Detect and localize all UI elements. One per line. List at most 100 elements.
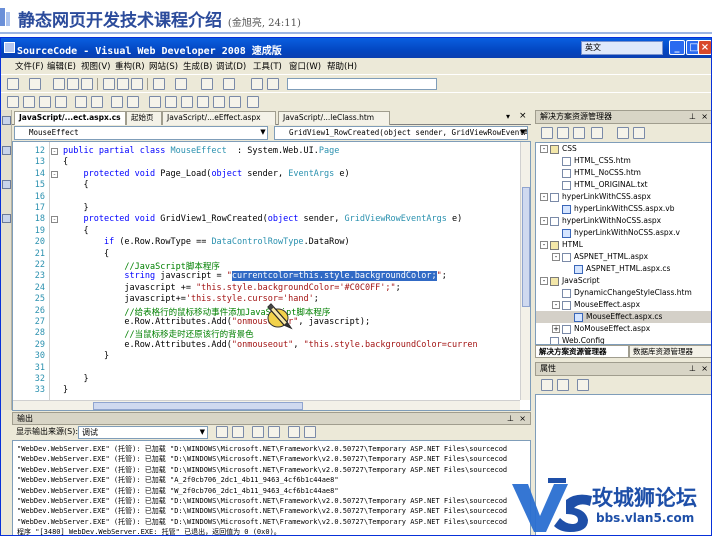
copy-icon[interactable] [117, 78, 129, 90]
redo-icon[interactable] [175, 78, 187, 90]
toolbox-strip[interactable] [1, 110, 12, 410]
save-all-icon[interactable] [81, 78, 93, 90]
collapse-icon[interactable]: - [540, 217, 548, 225]
collapse-region-icon[interactable]: - [51, 170, 58, 178]
tab-mouseeffect-cs[interactable]: JavaScript/...ect.aspx.cs [14, 111, 126, 125]
word-wrap-icon[interactable] [304, 426, 316, 438]
code-line[interactable]: } [63, 374, 88, 384]
code-line[interactable]: } [63, 385, 68, 395]
alphabetical-icon[interactable] [557, 379, 569, 391]
view-designer-icon[interactable] [617, 127, 629, 139]
code-line[interactable]: javascript += "this.style.backgroundColo… [63, 283, 400, 293]
comment-out-icon[interactable] [111, 96, 123, 108]
collapse-icon[interactable]: - [540, 193, 548, 201]
quick-info-icon[interactable] [55, 96, 67, 108]
window-titlebar[interactable]: SourceCode - Visual Web Developer 2008 速… [1, 38, 711, 58]
code-line[interactable]: e.Row.Attributes.Add("onmouseover", java… [63, 317, 370, 327]
member-dropdown[interactable]: GridView1_RowCreated(object sender, Grid… [274, 126, 528, 140]
tab-styleclass-htm[interactable]: JavaScript/...leClass.htm [278, 111, 390, 125]
tree-item[interactable]: Web.Config [536, 335, 711, 344]
close-button[interactable]: × [698, 40, 711, 55]
tree-item[interactable]: HTML_ORIGINAL.txt [536, 179, 711, 191]
menu-file[interactable]: 文件(F) [15, 60, 44, 72]
clear-bookmarks-icon[interactable] [229, 96, 241, 108]
menu-tools[interactable]: 工具(T) [253, 60, 282, 72]
next-bookmark-folder-icon[interactable] [213, 96, 225, 108]
vertical-scroll-thumb[interactable] [522, 187, 530, 307]
copy-website-icon[interactable] [633, 127, 645, 139]
tree-item[interactable]: - hyperLinkWithNoCSS.aspx [536, 215, 711, 227]
increase-indent-icon[interactable] [91, 96, 103, 108]
tree-item[interactable]: - ASPNET_HTML.aspx [536, 251, 711, 263]
output-text[interactable]: "WebDev.WebServer.EXE" (托管): 已加载 "D:\WIN… [12, 440, 531, 535]
toolbar-options-icon[interactable] [247, 96, 259, 108]
prev-message-icon[interactable] [252, 426, 264, 438]
code-line[interactable]: //当鼠标移走时还原该行的背景色 [63, 328, 253, 340]
horizontal-scroll-thumb[interactable] [93, 402, 303, 410]
tree-item[interactable]: ASPNET_HTML.aspx.cs [536, 263, 711, 275]
tree-item[interactable]: - JavaScript [536, 275, 711, 287]
collapse-icon[interactable]: - [540, 241, 548, 249]
code-line[interactable]: //JavaScript脚本程序 [63, 260, 219, 272]
paste-icon[interactable] [131, 78, 143, 90]
pin-icon[interactable]: ⊥ [689, 363, 696, 375]
html-source-icon[interactable] [7, 96, 19, 108]
navigate-back-icon[interactable] [201, 78, 213, 90]
bookmark-icon[interactable] [149, 96, 161, 108]
code-line[interactable]: { [63, 249, 109, 259]
properties-icon[interactable] [541, 127, 553, 139]
collapse-icon[interactable]: - [552, 301, 560, 309]
code-line[interactable]: protected void GridView1_RowCreated(obje… [63, 214, 462, 224]
tree-item[interactable]: HTML_NoCSS.htm [536, 167, 711, 179]
menu-debug[interactable]: 调试(D) [216, 60, 246, 72]
categorized-icon[interactable] [541, 379, 553, 391]
pin-icon[interactable]: ⊥ [689, 111, 696, 123]
class-dropdown[interactable]: MouseEffect [14, 126, 268, 140]
refresh-icon[interactable] [573, 127, 585, 139]
tree-item[interactable]: hyperLinkWithNoCSS.aspx.v [536, 227, 711, 239]
tab-mouseeffect-aspx[interactable]: JavaScript/...eEffect.aspx [162, 111, 276, 125]
tree-item[interactable]: - hyperLinkWithCSS.aspx [536, 191, 711, 203]
menu-help[interactable]: 帮助(H) [327, 60, 357, 72]
navigate-forward-icon[interactable] [223, 78, 235, 90]
code-line[interactable]: { [63, 180, 88, 190]
menu-view[interactable]: 视图(V) [81, 60, 110, 72]
new-project-icon[interactable] [7, 78, 19, 90]
collapse-icon[interactable]: - [540, 277, 548, 285]
close-icon[interactable]: × [701, 363, 708, 375]
property-pages-icon[interactable] [577, 379, 589, 391]
tree-item[interactable]: - HTML [536, 239, 711, 251]
view-code-icon[interactable] [591, 127, 603, 139]
tab-start-page[interactable]: 起始页 [126, 111, 162, 125]
code-line[interactable]: if (e.Row.RowType == DataControlRowType.… [63, 237, 350, 247]
close-document-icon[interactable]: × [519, 111, 527, 121]
ime-indicator[interactable]: 英文 [581, 41, 663, 55]
parameter-info-icon[interactable] [39, 96, 51, 108]
tree-item[interactable]: hyperLinkWithCSS.aspx.vb [536, 203, 711, 215]
find-combobox[interactable] [287, 78, 437, 90]
code-line[interactable]: protected void Page_Load(object sender, … [63, 169, 349, 179]
menu-refactor[interactable]: 重构(R) [115, 60, 145, 72]
open-file-icon[interactable] [53, 78, 65, 90]
code-line[interactable]: e.Row.Attributes.Add("onmouseout", "this… [63, 340, 477, 350]
close-icon[interactable]: × [519, 413, 526, 424]
prev-bookmark-icon[interactable] [165, 96, 177, 108]
prev-bookmark-folder-icon[interactable] [197, 96, 209, 108]
tab-solution-explorer[interactable]: 解决方案资源管理器 [535, 345, 629, 358]
chevron-down-icon[interactable]: ▼ [200, 427, 205, 438]
next-bookmark-icon[interactable] [181, 96, 193, 108]
minimize-button[interactable]: _ [669, 40, 685, 55]
manage-styles-icon[interactable] [2, 180, 11, 189]
menu-website[interactable]: 网站(S) [149, 60, 178, 72]
menu-edit[interactable]: 编辑(E) [47, 60, 76, 72]
start-debugging-icon[interactable] [251, 78, 263, 90]
code-line[interactable]: string javascript = "currentcolor=this.s… [63, 271, 447, 282]
chevron-down-icon[interactable]: ▼ [518, 126, 528, 140]
uncomment-icon[interactable] [127, 96, 139, 108]
find-icon[interactable] [267, 78, 279, 90]
tree-item[interactable]: - CSS [536, 143, 711, 155]
tab-list-icon[interactable]: ▾ [506, 112, 510, 121]
add-item-icon[interactable] [29, 78, 41, 90]
collapse-region-icon[interactable]: - [51, 148, 58, 155]
pin-icon[interactable]: ⊥ [507, 413, 514, 424]
